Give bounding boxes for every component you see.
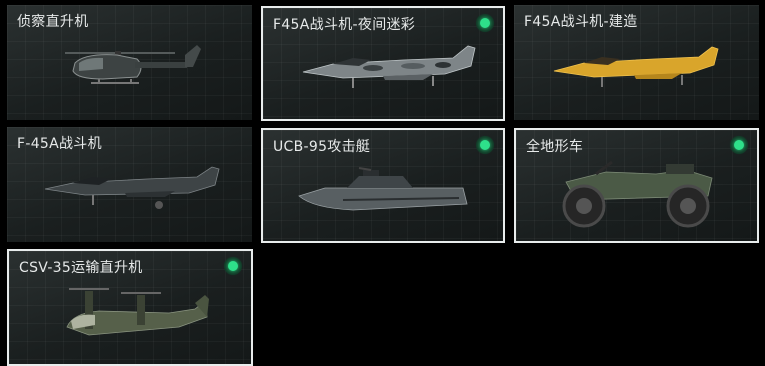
atv-icon — [562, 160, 713, 228]
vehicle-card-f45a[interactable]: F-45A战斗机 — [7, 127, 252, 242]
tiltrotor-icon — [66, 288, 209, 336]
vehicle-card-f45a-night-camo[interactable]: F45A战斗机-夜间迷彩 — [261, 6, 505, 121]
jet-yellow-icon — [553, 46, 719, 87]
jet-camo-icon — [302, 45, 476, 88]
jet-dark-icon — [44, 166, 220, 209]
boat-icon — [298, 167, 468, 211]
vehicle-card-scout-helicopter[interactable]: 侦察直升机 — [7, 5, 252, 120]
helicopter-icon — [65, 45, 201, 84]
vehicle-card-ucb95-attack-boat[interactable]: UCB-95攻击艇 — [261, 128, 505, 243]
vehicle-card-atv[interactable]: 全地形车 — [514, 128, 759, 243]
vehicle-card-f45a-construction[interactable]: F45A战斗机-建造 — [514, 5, 759, 120]
vehicle-card-csv35-transport-helicopter[interactable]: CSV-35运输直升机 — [7, 249, 253, 366]
